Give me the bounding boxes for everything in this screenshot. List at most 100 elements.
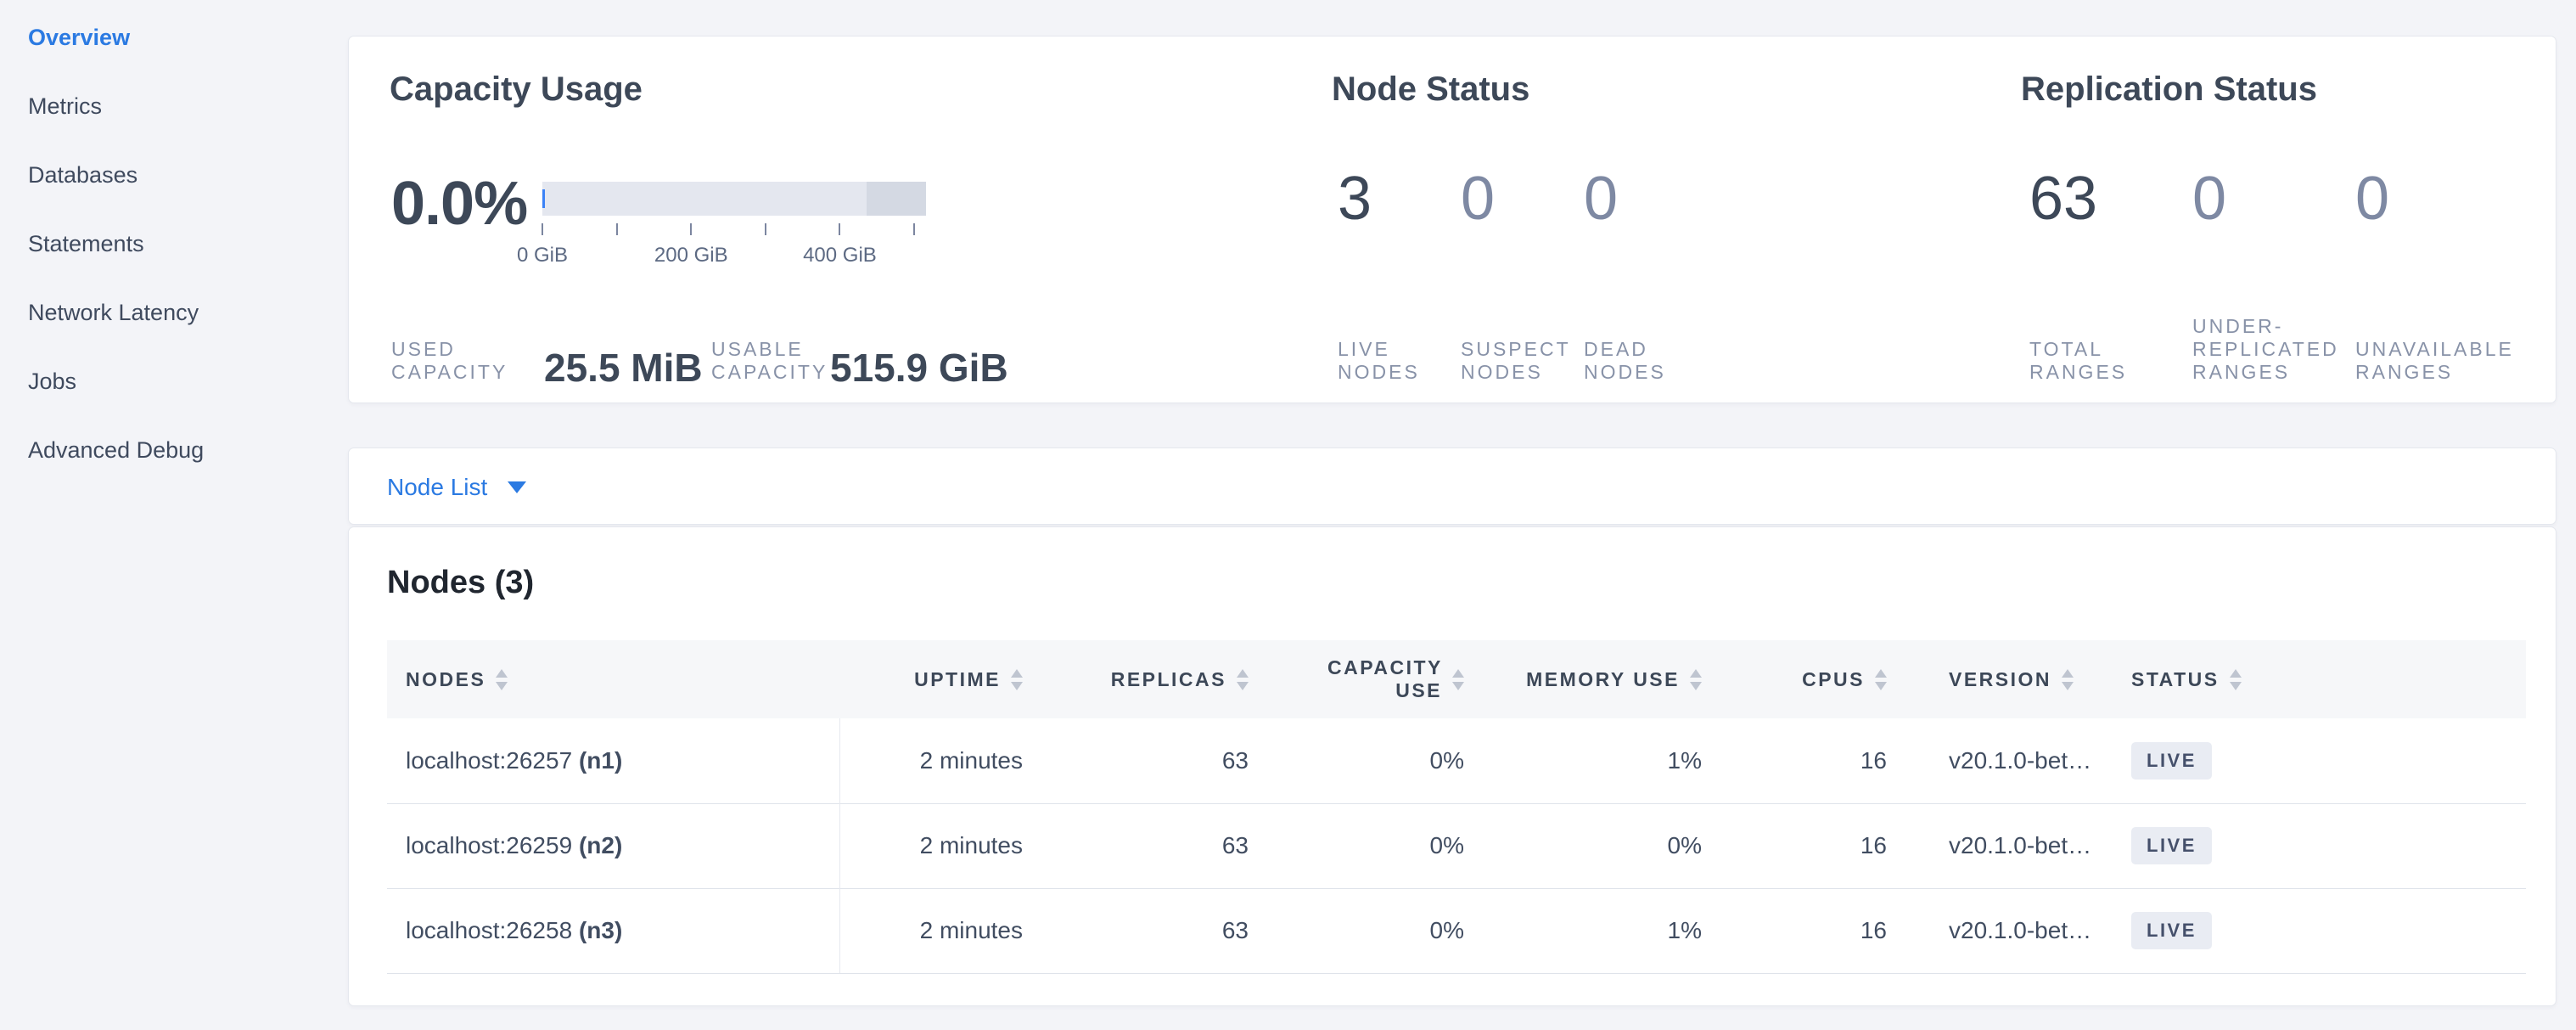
sort-arrows-icon — [496, 669, 508, 690]
replication-status-labels: TOTAL RANGES UNDER-REPLICATED RANGES UNA… — [2029, 315, 2518, 384]
table-row[interactable]: localhost:26257 (n1) 2 minutes 63 0% 1% … — [387, 718, 2526, 803]
under-replicated-ranges-count: 0 — [2192, 164, 2355, 234]
capacity-use-cell: 0% — [1272, 888, 1495, 973]
column-header-cpus[interactable]: CPUS — [1724, 640, 1909, 718]
status-badge: LIVE — [2131, 827, 2212, 864]
capacity-percent-value: 0.0% — [391, 169, 527, 239]
status-badge: LIVE — [2131, 912, 2212, 949]
node-list-dropdown-label: Node List — [387, 474, 487, 501]
capacity-gauge-used-marker — [542, 189, 545, 208]
axis-tick — [839, 223, 840, 235]
usable-capacity-value: 515.9 GiB — [830, 345, 1008, 391]
version-cell: v20.1.0-bet… — [1909, 803, 2097, 888]
dead-nodes-label: DEAD NODES — [1584, 338, 1707, 384]
column-header-version[interactable]: VERSION — [1909, 640, 2097, 718]
caret-down-icon — [508, 481, 526, 493]
under-replicated-ranges-label: UNDER-REPLICATED RANGES — [2192, 315, 2350, 384]
nodes-table: NODES UPTIME REPLICAS CAPACITY USE MEMOR… — [387, 640, 2526, 974]
view-selector-card: Node List — [348, 447, 2556, 525]
usable-capacity-label: USABLE CAPACITY — [711, 338, 847, 384]
uptime-cell: 2 minutes — [839, 803, 1043, 888]
axis-tick-label: 400 GiB — [803, 244, 877, 267]
sort-arrows-icon — [1875, 669, 1887, 690]
sidebar-item-advanced-debug[interactable]: Advanced Debug — [28, 436, 335, 505]
sort-arrows-icon — [1237, 669, 1249, 690]
nodes-heading: Nodes (3) — [387, 565, 534, 601]
column-header-replicas[interactable]: REPLICAS — [1043, 640, 1272, 718]
replicas-cell: 63 — [1043, 888, 1272, 973]
sort-arrows-icon — [1011, 669, 1023, 690]
node-status-labels: LIVE NODES SUSPECT NODES DEAD NODES — [1338, 338, 1707, 384]
axis-tick — [542, 223, 543, 235]
nodes-table-card: Nodes (3) NODES UPTIME REPLICAS CAPACITY… — [348, 526, 2556, 1006]
node-name: (n2) — [579, 832, 622, 858]
cpus-cell: 16 — [1724, 803, 1909, 888]
memory-use-cell: 0% — [1495, 803, 1724, 888]
memory-use-cell: 1% — [1495, 888, 1724, 973]
table-row[interactable]: localhost:26259 (n2) 2 minutes 63 0% 0% … — [387, 803, 2526, 888]
uptime-cell: 2 minutes — [839, 718, 1043, 803]
used-capacity-value: 25.5 MiB — [544, 345, 703, 391]
status-badge: LIVE — [2131, 742, 2212, 780]
column-header-uptime[interactable]: UPTIME — [839, 640, 1043, 718]
capacity-use-cell: 0% — [1272, 803, 1495, 888]
version-cell: v20.1.0-bet… — [1909, 718, 2097, 803]
replicas-cell: 63 — [1043, 718, 1272, 803]
cpus-cell: 16 — [1724, 888, 1909, 973]
total-ranges-label: TOTAL RANGES — [2029, 338, 2187, 384]
capacity-usage-title: Capacity Usage — [390, 70, 643, 109]
sidebar-item-databases[interactable]: Databases — [28, 161, 335, 230]
dead-nodes-count: 0 — [1584, 164, 1707, 234]
node-address: localhost:26258 — [406, 917, 572, 943]
suspect-nodes-label: SUSPECT NODES — [1461, 338, 1584, 384]
axis-tick — [616, 223, 618, 235]
used-capacity-label: USED CAPACITY — [391, 338, 519, 384]
replication-status-title: Replication Status — [2021, 70, 2317, 109]
suspect-nodes-count: 0 — [1461, 164, 1584, 234]
column-header-status[interactable]: STATUS — [2097, 640, 2526, 718]
unavailable-ranges-label: UNAVAILABLE RANGES — [2355, 338, 2517, 384]
admin-ui-overview-page: Overview Metrics Databases Statements Ne… — [0, 0, 2576, 1030]
live-nodes-label: LIVE NODES — [1338, 338, 1461, 384]
axis-tick-label: 0 GiB — [517, 244, 568, 267]
sidebar-item-metrics[interactable]: Metrics — [28, 93, 335, 161]
capacity-gauge-bar — [542, 182, 926, 216]
cluster-summary-card: Capacity Usage 0.0% 0 GiB 200 GiB 400 Gi… — [348, 36, 2556, 403]
uptime-cell: 2 minutes — [839, 888, 1043, 973]
node-name: (n3) — [579, 917, 622, 943]
sort-arrows-icon — [2062, 669, 2074, 690]
sort-arrows-icon — [1690, 669, 1702, 690]
node-name: (n1) — [579, 747, 622, 774]
axis-tick — [765, 223, 766, 235]
cpus-cell: 16 — [1724, 718, 1909, 803]
node-address: localhost:26257 — [406, 747, 572, 774]
live-nodes-count: 3 — [1338, 164, 1461, 234]
sidebar-item-network-latency[interactable]: Network Latency — [28, 299, 335, 368]
total-ranges-count: 63 — [2029, 164, 2192, 234]
version-cell: v20.1.0-bet… — [1909, 888, 2097, 973]
table-header-row: NODES UPTIME REPLICAS CAPACITY USE MEMOR… — [387, 640, 2526, 718]
node-address: localhost:26259 — [406, 832, 572, 858]
column-header-capacity-use[interactable]: CAPACITY USE — [1272, 640, 1495, 718]
node-status-numbers: 3 0 0 — [1338, 164, 1707, 234]
table-row[interactable]: localhost:26258 (n3) 2 minutes 63 0% 1% … — [387, 888, 2526, 973]
memory-use-cell: 1% — [1495, 718, 1724, 803]
replicas-cell: 63 — [1043, 803, 1272, 888]
sidebar-item-jobs[interactable]: Jobs — [28, 368, 335, 436]
sort-arrows-icon — [1452, 669, 1464, 690]
axis-tick-label: 200 GiB — [654, 244, 728, 267]
axis-tick — [690, 223, 692, 235]
sidebar: Overview Metrics Databases Statements Ne… — [0, 0, 335, 1030]
capacity-gauge-dark-segment — [867, 182, 926, 216]
capacity-use-cell: 0% — [1272, 718, 1495, 803]
column-header-memory-use[interactable]: MEMORY USE — [1495, 640, 1724, 718]
node-list-dropdown[interactable]: Node List — [387, 448, 526, 526]
sort-arrows-icon — [2230, 669, 2242, 690]
node-status-title: Node Status — [1332, 70, 1529, 109]
unavailable-ranges-count: 0 — [2355, 164, 2518, 234]
capacity-gauge-axis: 0 GiB 200 GiB 400 GiB — [542, 223, 926, 283]
replication-status-numbers: 63 0 0 — [2029, 164, 2518, 234]
column-header-nodes[interactable]: NODES — [387, 640, 839, 718]
sidebar-item-statements[interactable]: Statements — [28, 230, 335, 299]
sidebar-item-overview[interactable]: Overview — [28, 24, 335, 93]
